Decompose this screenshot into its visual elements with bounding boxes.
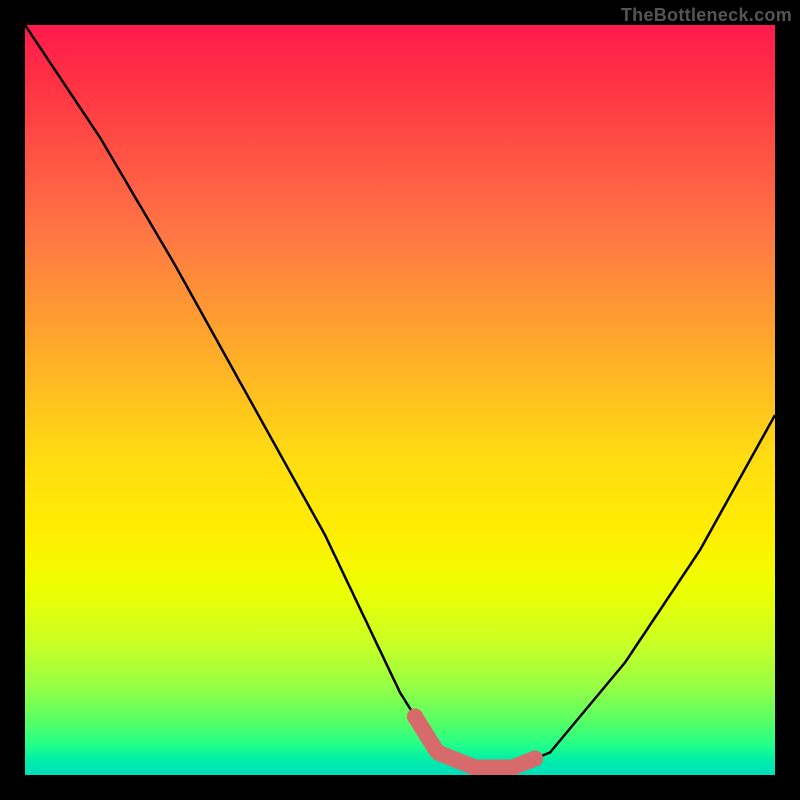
highlight-dot-start (407, 709, 423, 725)
watermark-text: TheBottleneck.com (621, 5, 792, 26)
plot-area (25, 25, 775, 775)
chart-svg (25, 25, 775, 775)
bottleneck-curve-path (25, 25, 775, 768)
highlight-segment (415, 717, 535, 768)
highlight-dot-end (527, 751, 543, 767)
chart-container: TheBottleneck.com (0, 0, 800, 800)
